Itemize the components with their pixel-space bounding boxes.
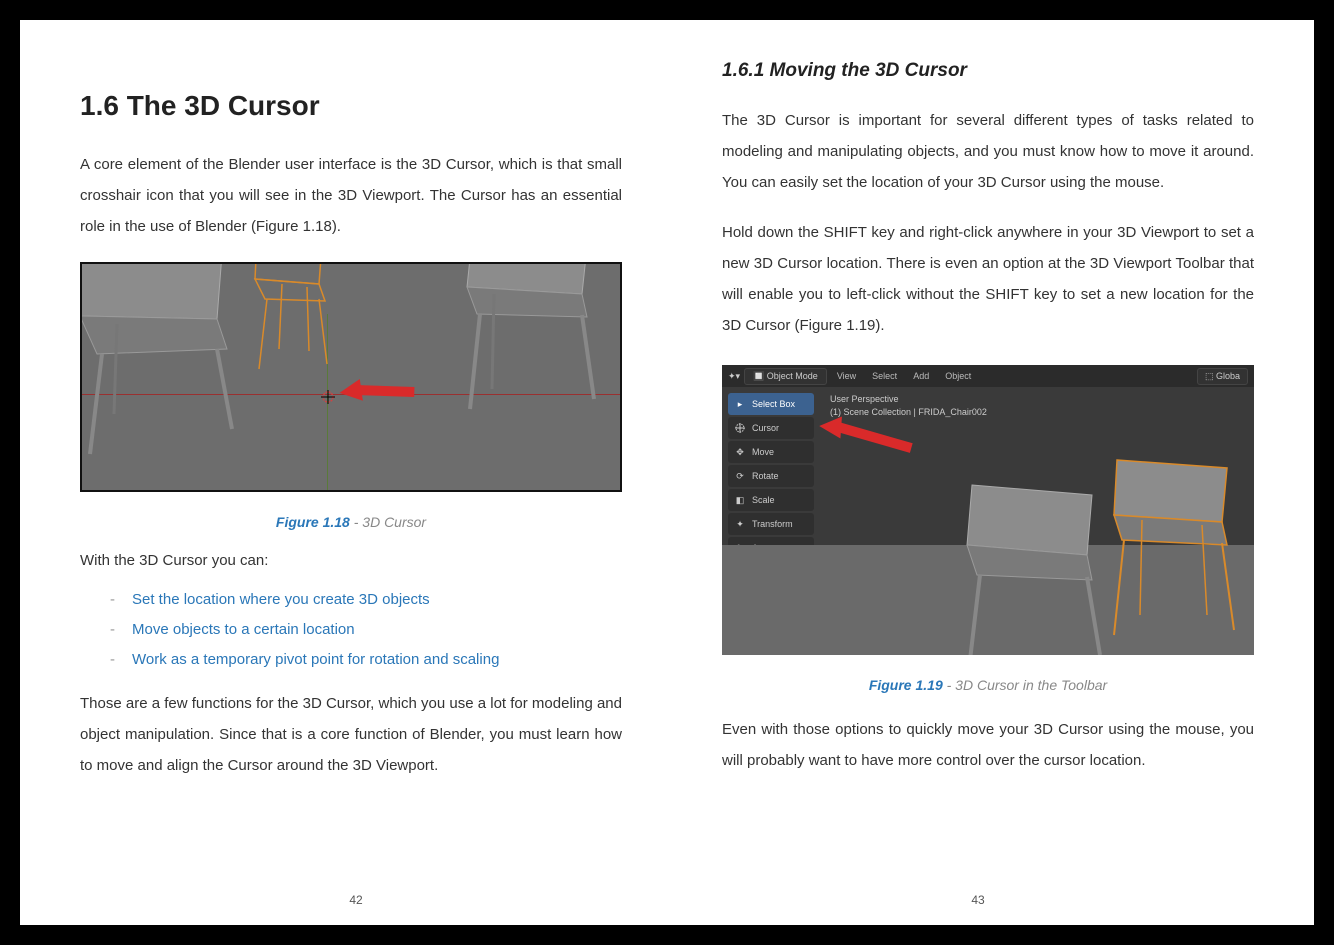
tool-transform: ✦ Transform bbox=[728, 513, 814, 535]
figure-number: Figure 1.18 bbox=[276, 514, 350, 530]
figure-number: Figure 1.19 bbox=[869, 677, 943, 693]
chair-object bbox=[80, 262, 262, 474]
tool-rotate: ⟳ Rotate bbox=[728, 465, 814, 487]
tool-select-box: ▸ Select Box bbox=[728, 393, 814, 415]
paragraph: Even with those options to quickly move … bbox=[722, 715, 1254, 777]
move-icon: ✥ bbox=[732, 441, 748, 463]
list-item: Work as a temporary pivot point for rota… bbox=[110, 645, 622, 675]
page-43: 1.6.1 Moving the 3D Cursor The 3D Cursor… bbox=[667, 60, 1289, 905]
orientation-selector: ⬚ Globa bbox=[1197, 368, 1248, 385]
chair-object-selected bbox=[237, 262, 347, 399]
figure-caption: Figure 1.19 - 3D Cursor in the Toolbar bbox=[722, 677, 1254, 693]
collection-label: (1) Scene Collection | FRIDA_Chair002 bbox=[830, 406, 987, 419]
editor-type-icon: ✦▾ bbox=[728, 371, 740, 382]
section-heading: 1.6 The 3D Cursor bbox=[80, 90, 622, 122]
menu-select: Select bbox=[866, 369, 903, 383]
subsection-heading: 1.6.1 Moving the 3D Cursor bbox=[722, 60, 1254, 82]
paragraph: The 3D Cursor is important for several d… bbox=[722, 106, 1254, 198]
figure-1-19: ✦▾ 🔲 Object Mode View Select Add Object … bbox=[722, 365, 1254, 655]
paragraph: Hold down the SHIFT key and right-click … bbox=[722, 218, 1254, 341]
chair-object bbox=[422, 262, 602, 439]
perspective-label: User Perspective bbox=[830, 393, 987, 406]
mode-selector: 🔲 Object Mode bbox=[744, 368, 827, 385]
figure-1-18 bbox=[80, 262, 622, 492]
figure-title: - 3D Cursor bbox=[350, 514, 426, 530]
viewport-info-overlay: User Perspective (1) Scene Collection | … bbox=[830, 393, 987, 418]
scale-icon: ◧ bbox=[732, 489, 748, 511]
outro-paragraph: Those are a few functions for the 3D Cur… bbox=[80, 689, 622, 781]
list-item: Set the location where you create 3D obj… bbox=[110, 585, 622, 615]
rotate-icon: ⟳ bbox=[732, 465, 748, 487]
3d-cursor-icon bbox=[321, 390, 335, 404]
tool-scale: ◧ Scale bbox=[728, 489, 814, 511]
book-spread: 1.6 The 3D Cursor A core element of the … bbox=[20, 20, 1314, 925]
cursor-tool-icon bbox=[732, 417, 748, 439]
tool-cursor: Cursor bbox=[728, 417, 814, 439]
transform-icon: ✦ bbox=[732, 513, 748, 535]
menu-object: Object bbox=[939, 369, 977, 383]
tool-move: ✥ Move bbox=[728, 441, 814, 463]
cursor-capabilities-list: Set the location where you create 3D obj… bbox=[110, 585, 622, 675]
page-42: 1.6 The 3D Cursor A core element of the … bbox=[45, 60, 667, 905]
intro-paragraph: A core element of the Blender user inter… bbox=[80, 150, 622, 242]
menu-view: View bbox=[831, 369, 862, 383]
list-item: Move objects to a certain location bbox=[110, 615, 622, 645]
select-box-icon: ▸ bbox=[732, 393, 748, 415]
chair-object-selected bbox=[1092, 460, 1252, 655]
viewport-header: ✦▾ 🔲 Object Mode View Select Add Object … bbox=[722, 365, 1254, 387]
figure-title: - 3D Cursor in the Toolbar bbox=[943, 677, 1107, 693]
list-intro: With the 3D Cursor you can: bbox=[80, 552, 622, 569]
figure-caption: Figure 1.18 - 3D Cursor bbox=[80, 514, 622, 530]
page-number: 43 bbox=[667, 893, 1289, 907]
page-number: 42 bbox=[45, 893, 667, 907]
menu-add: Add bbox=[907, 369, 935, 383]
